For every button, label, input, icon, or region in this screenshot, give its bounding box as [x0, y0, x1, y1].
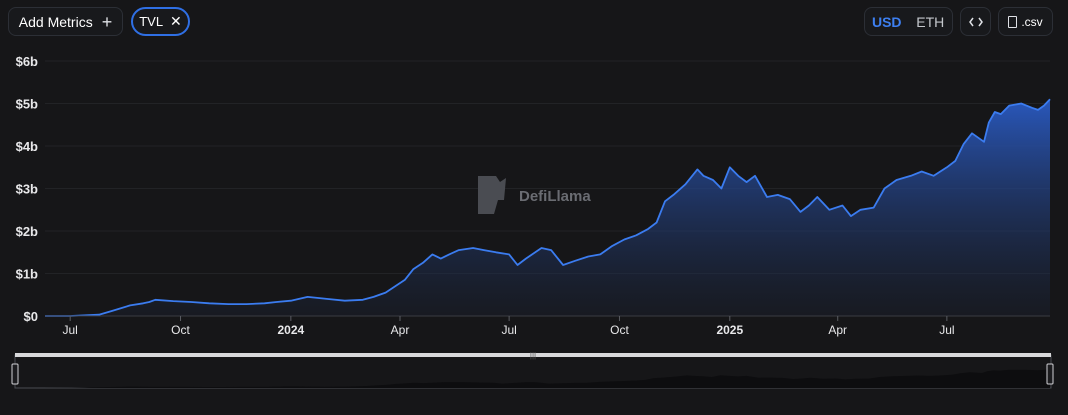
add-metrics-button[interactable]: Add Metrics +: [8, 7, 123, 36]
watermark-text: DefiLlama: [519, 188, 591, 205]
y-tick-label: $5b: [16, 97, 38, 112]
tvl-chart: $0 $1b $2b $3b $4b $5b $6b DefiLlama Jul Oct 202…: [11, 54, 1054, 389]
code-icon: [968, 17, 983, 26]
llama-logo-icon: [478, 176, 506, 214]
x-tick-label: Oct: [610, 323, 629, 337]
watermark: DefiLlama: [478, 176, 591, 214]
x-tick-label: 2025: [716, 323, 743, 337]
range-brush[interactable]: |||: [11, 351, 1054, 389]
brush-minimap: [16, 369, 1050, 388]
y-tick-label: $2b: [16, 224, 38, 239]
currency-option-usd[interactable]: USD: [865, 14, 909, 30]
y-tick-label: $4b: [16, 139, 38, 154]
embed-button[interactable]: [960, 7, 991, 36]
x-tick-label: Apr: [828, 323, 847, 337]
add-metrics-label: Add Metrics: [18, 13, 93, 30]
y-tick-label: $0: [24, 309, 38, 324]
brush-handle-left[interactable]: [11, 363, 19, 385]
download-csv-button[interactable]: .csv: [998, 7, 1053, 36]
csv-label: .csv: [1021, 14, 1043, 29]
close-icon[interactable]: ✕: [170, 13, 182, 30]
plus-icon: +: [101, 11, 113, 32]
brush-handle-right[interactable]: [1046, 363, 1054, 385]
series-tvl: [45, 98, 1051, 317]
toolbar: Add Metrics + TVL ✕ USD ETH .csv: [0, 0, 1068, 44]
y-tick-label: $1b: [16, 267, 38, 282]
x-tick-label: Oct: [171, 323, 190, 337]
currency-toggle: USD ETH: [864, 7, 953, 36]
metric-chip-label: TVL: [139, 14, 164, 29]
y-axis: $0 $1b $2b $3b $4b $5b $6b: [16, 54, 38, 324]
x-axis: Jul Oct 2024 Apr Jul Oct 2025 Apr Jul: [63, 316, 955, 337]
x-tick-label: Jul: [63, 323, 78, 337]
file-icon: [1008, 15, 1018, 28]
y-tick-label: $3b: [16, 182, 38, 197]
x-tick-label: 2024: [278, 323, 305, 337]
y-tick-label: $6b: [16, 54, 38, 69]
brush-grip-icon[interactable]: |||: [530, 351, 536, 360]
x-tick-label: Jul: [939, 323, 954, 337]
currency-option-eth[interactable]: ETH: [909, 14, 953, 30]
metric-chip-tvl[interactable]: TVL ✕: [131, 7, 190, 36]
x-tick-label: Jul: [501, 323, 516, 337]
x-tick-label: Apr: [391, 323, 410, 337]
tvl-area: [45, 99, 1050, 316]
